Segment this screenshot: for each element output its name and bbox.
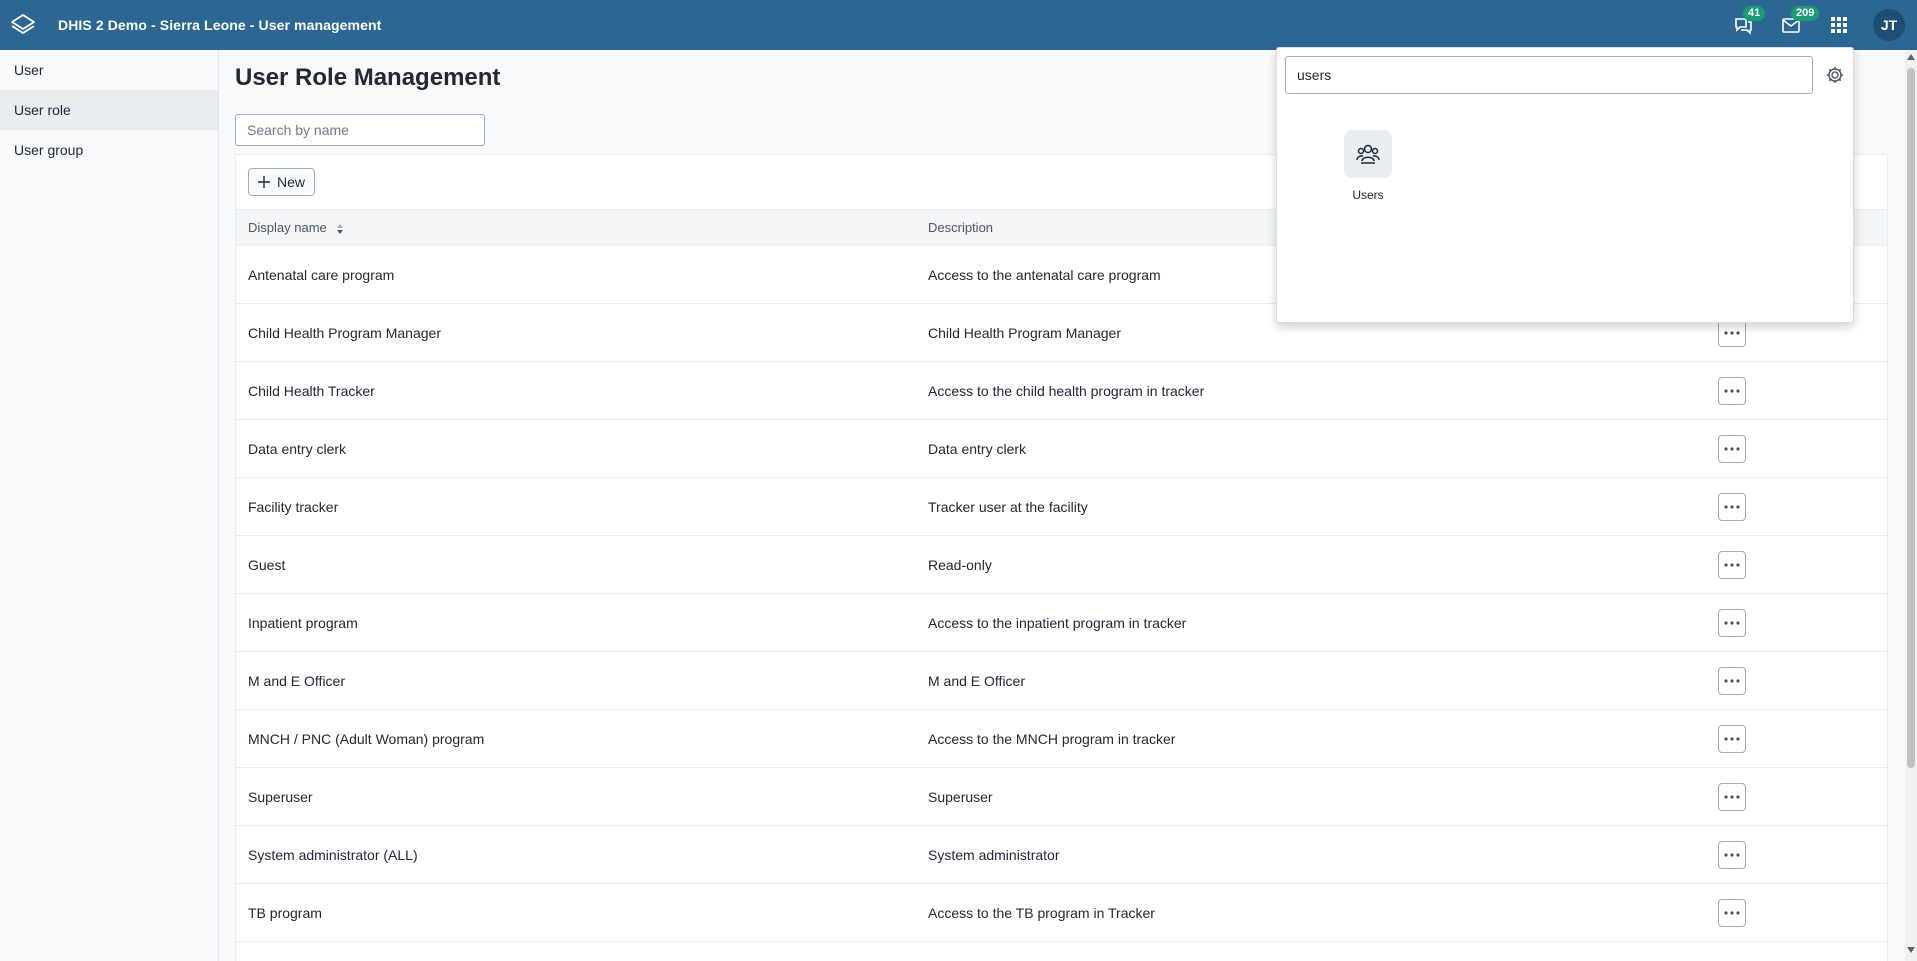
- more-actions-button[interactable]: [1718, 376, 1746, 405]
- role-description: Access to the inpatient program in track…: [916, 593, 1701, 652]
- row-actions-cell: [1701, 361, 1887, 420]
- apps-menu-button[interactable]: [1815, 0, 1863, 50]
- more-horizontal-icon: [1724, 620, 1740, 625]
- plus-icon: [258, 176, 270, 188]
- app-result-label: Users: [1352, 188, 1384, 202]
- dhis2-logo-icon[interactable]: [0, 0, 46, 50]
- role-description: Access to the TB program in Tracker: [916, 883, 1701, 942]
- more-horizontal-icon: [1724, 910, 1740, 915]
- more-actions-button[interactable]: [1718, 492, 1746, 521]
- role-display-name: System administrator (ALL): [236, 825, 916, 884]
- page-title: User Role Management: [235, 64, 501, 91]
- more-actions-button[interactable]: [1718, 550, 1746, 579]
- table-row[interactable]: Child Health Tracker Access to the child …: [236, 361, 1887, 420]
- interpretations-button[interactable]: 41: [1719, 0, 1767, 50]
- role-display-name: MNCH / PNC (Adult Woman) program: [236, 709, 916, 768]
- app-title: DHIS 2 Demo - Sierra Leone - User manage…: [58, 17, 382, 33]
- more-horizontal-icon: [1724, 504, 1740, 509]
- role-display-name: TB program: [236, 883, 916, 942]
- role-display-name: Data entry clerk: [236, 419, 916, 478]
- sidebar-item-user-role[interactable]: User role: [0, 90, 218, 130]
- more-horizontal-icon: [1724, 330, 1740, 335]
- more-horizontal-icon: [1724, 388, 1740, 393]
- row-actions-cell: [1701, 593, 1887, 652]
- sort-icon[interactable]: [336, 223, 344, 235]
- gear-icon: [1827, 67, 1843, 83]
- sidebar: User User role User group: [0, 50, 219, 961]
- scroll-up-arrow-icon[interactable]: [1907, 54, 1915, 60]
- more-horizontal-icon: [1724, 736, 1740, 741]
- more-actions-button[interactable]: [1718, 434, 1746, 463]
- row-actions-cell: [1701, 767, 1887, 826]
- table-row[interactable]: Facility tracker Tracker user at the faci…: [236, 477, 1887, 536]
- more-horizontal-icon: [1724, 678, 1740, 683]
- more-horizontal-icon: [1724, 794, 1740, 799]
- table-row[interactable]: MNCH / PNC (Adult Woman) program Access t…: [236, 709, 1887, 768]
- page-scrollbar[interactable]: [1905, 50, 1917, 961]
- scroll-down-arrow-icon[interactable]: [1907, 947, 1915, 953]
- column-header-display-name[interactable]: Display name: [236, 209, 916, 246]
- sidebar-item-user-group[interactable]: User group: [0, 130, 218, 170]
- messages-button[interactable]: 209: [1767, 0, 1820, 50]
- command-palette: Users: [1276, 47, 1854, 323]
- role-display-name: Child Health Tracker: [236, 361, 916, 420]
- more-horizontal-icon: [1724, 852, 1740, 857]
- row-actions-cell: [1701, 477, 1887, 536]
- table-row[interactable]: TB program Access to the TB program in Tr…: [236, 883, 1887, 942]
- user-avatar[interactable]: JT: [1873, 9, 1905, 41]
- role-display-name: Guest: [236, 535, 916, 594]
- table-row[interactable]: Superuser Superuser: [236, 767, 1887, 826]
- more-actions-button[interactable]: [1718, 840, 1746, 869]
- role-display-name: Facility tracker: [236, 477, 916, 536]
- more-actions-button[interactable]: [1718, 898, 1746, 927]
- more-actions-button[interactable]: [1718, 666, 1746, 695]
- apps-grid-icon: [1831, 17, 1847, 33]
- role-description: M and E Officer: [916, 651, 1701, 710]
- row-actions-cell: [1701, 651, 1887, 710]
- more-actions-button[interactable]: [1718, 724, 1746, 753]
- role-description: Access to the child health program in tr…: [916, 361, 1701, 420]
- row-actions-cell: [1701, 825, 1887, 884]
- row-actions-cell: [1701, 709, 1887, 768]
- sidebar-item-user[interactable]: User: [0, 50, 218, 90]
- role-description: Read-only: [916, 535, 1701, 594]
- table-row[interactable]: System administrator (ALL) System adminis…: [236, 825, 1887, 884]
- more-actions-button[interactable]: [1718, 782, 1746, 811]
- role-description: Data entry clerk: [916, 419, 1701, 478]
- more-horizontal-icon: [1724, 446, 1740, 451]
- table-row[interactable]: Inpatient program Access to the inpatient…: [236, 593, 1887, 652]
- table-row[interactable]: M and E Officer M and E Officer: [236, 651, 1887, 710]
- scrollbar-thumb[interactable]: [1907, 68, 1915, 768]
- role-description: Tracker user at the facility: [916, 477, 1701, 536]
- search-input[interactable]: [235, 114, 485, 146]
- role-display-name: Antenatal care program: [236, 245, 916, 304]
- users-icon: [1344, 130, 1392, 178]
- interpretations-count-badge: 41: [1743, 6, 1766, 21]
- role-display-name: Child Health Program Manager: [236, 303, 916, 362]
- role-display-name: Superuser: [236, 767, 916, 826]
- table-row[interactable]: Guest Read-only: [236, 535, 1887, 594]
- role-description: Superuser: [916, 767, 1701, 826]
- settings-button[interactable]: [1823, 63, 1847, 87]
- row-actions-cell: [1701, 535, 1887, 594]
- new-button[interactable]: New: [248, 168, 316, 196]
- more-horizontal-icon: [1724, 562, 1740, 567]
- role-description: Access to the MNCH program in tracker: [916, 709, 1701, 768]
- header-actions: 41 209 JT: [1719, 0, 1917, 50]
- row-actions-cell: [1701, 883, 1887, 942]
- new-button-label: New: [277, 174, 306, 190]
- top-header-bar: DHIS 2 Demo - Sierra Leone - User manage…: [0, 0, 1917, 50]
- role-display-name: M and E Officer: [236, 651, 916, 710]
- more-actions-button[interactable]: [1718, 608, 1746, 637]
- role-description: System administrator: [916, 825, 1701, 884]
- app-result-users[interactable]: Users: [1313, 130, 1423, 202]
- row-actions-cell: [1701, 419, 1887, 478]
- table-row[interactable]: Data entry clerk Data entry clerk: [236, 419, 1887, 478]
- role-display-name: Inpatient program: [236, 593, 916, 652]
- command-palette-search-input[interactable]: [1285, 56, 1813, 94]
